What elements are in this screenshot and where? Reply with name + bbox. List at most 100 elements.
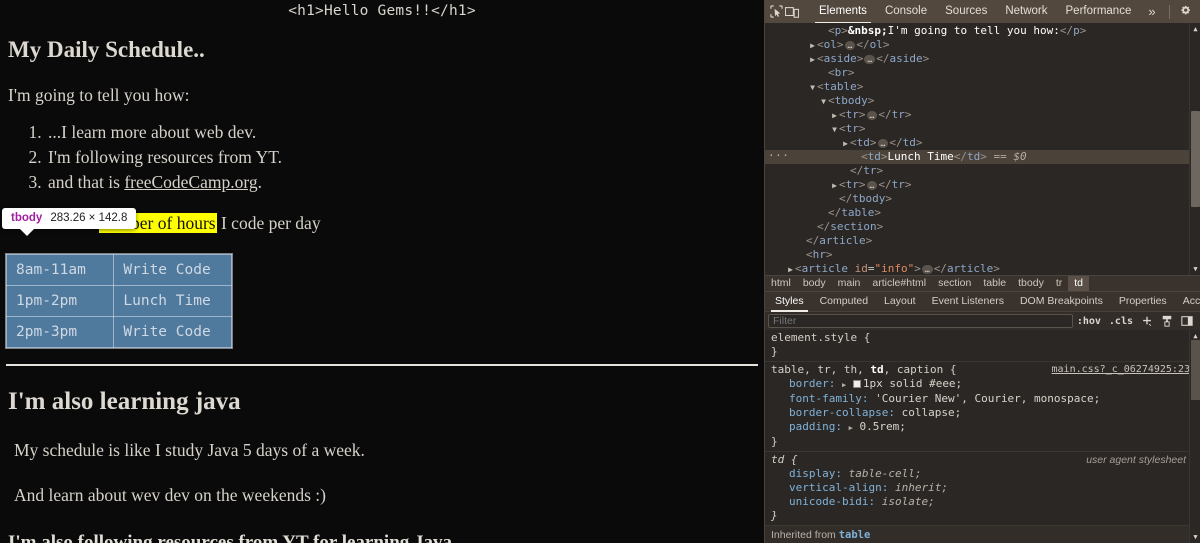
breadcrumb-item-main[interactable]: main bbox=[832, 276, 867, 291]
expand-triangle-icon[interactable]: ▶ bbox=[830, 109, 839, 123]
breadcrumb-item-td[interactable]: td bbox=[1068, 276, 1090, 291]
expand-triangle-icon[interactable]: ▶ bbox=[841, 137, 850, 151]
dom-tree-row[interactable]: </table> bbox=[765, 206, 1200, 220]
dom-tree-row[interactable]: <p>&nbsp;I'm going to tell you how:</p> bbox=[765, 24, 1200, 38]
collapse-triangle-icon[interactable]: ▼ bbox=[808, 81, 817, 95]
breadcrumb-item-article-html[interactable]: article#html bbox=[866, 276, 932, 291]
dom-tree-row[interactable]: ▶ <aside>… </aside> bbox=[765, 52, 1200, 66]
styles-pane[interactable]: element.style { } table, tr, th, td, cap… bbox=[765, 330, 1200, 543]
freecodecamp-link[interactable]: freeCodeCamp.org bbox=[124, 172, 257, 192]
scroll-down-arrow-icon[interactable]: ▼ bbox=[1191, 532, 1200, 542]
declaration-padding[interactable]: padding: ▶ 0.5rem; bbox=[771, 420, 1200, 435]
subtab-properties[interactable]: Properties bbox=[1111, 293, 1175, 310]
tab-performance[interactable]: Performance bbox=[1057, 2, 1141, 21]
declaration-display[interactable]: display: table-cell; bbox=[771, 467, 1200, 481]
breadcrumb[interactable]: html body main article#html section table tbod… bbox=[765, 275, 1200, 291]
hover-state-button[interactable]: :hov bbox=[1073, 316, 1105, 327]
plus-icon[interactable] bbox=[1137, 315, 1157, 327]
list-item: ...I learn more about web dev. bbox=[46, 120, 764, 145]
subtab-accessibility[interactable]: Accessibility bbox=[1175, 293, 1200, 310]
dom-tree[interactable]: <p>&nbsp;I'm going to tell you how:</p> ▶… bbox=[765, 23, 1200, 275]
expand-triangle-icon[interactable]: ▶ bbox=[808, 39, 817, 53]
rule-main-css[interactable]: table, tr, th, td, caption { main.css?_c… bbox=[765, 361, 1200, 451]
expand-triangle-icon[interactable]: ▶ bbox=[842, 381, 846, 389]
toggle-sidebar-icon[interactable] bbox=[1177, 315, 1197, 327]
dom-tree-row[interactable]: ▶ <td>… </td> bbox=[765, 136, 1200, 150]
table-cell-time[interactable]: 2pm-3pm bbox=[5, 315, 115, 348]
table-cell-time[interactable]: 8am-11am bbox=[5, 253, 115, 286]
tab-console[interactable]: Console bbox=[876, 2, 936, 21]
expand-triangle-icon[interactable]: ▶ bbox=[786, 263, 795, 275]
breadcrumb-item-body[interactable]: body bbox=[797, 276, 832, 291]
more-tabs-chevron-icon[interactable]: » bbox=[1140, 4, 1163, 19]
subtab-layout[interactable]: Layout bbox=[876, 293, 924, 310]
dom-tree-row[interactable]: <hr> bbox=[765, 248, 1200, 262]
declaration-unicode-bidi[interactable]: unicode-bidi: isolate; bbox=[771, 495, 1200, 509]
page-heading-java: I'm also learning java bbox=[8, 387, 241, 415]
subtab-event-listeners[interactable]: Event Listeners bbox=[924, 293, 1012, 310]
dom-tree-row[interactable]: ▶ <tr>… </tr> bbox=[765, 178, 1200, 192]
inherited-source-element[interactable]: table bbox=[839, 529, 871, 541]
dom-tree-row[interactable]: </section> bbox=[765, 220, 1200, 234]
search-input[interactable] bbox=[768, 314, 1073, 328]
property-value: inherit; bbox=[894, 481, 948, 494]
tooltip-tag-name: tbody bbox=[11, 212, 43, 224]
dom-tree-row-selected[interactable]: <td>Lunch Time</td> == $0 bbox=[765, 149, 1200, 164]
subtab-computed[interactable]: Computed bbox=[812, 293, 876, 310]
dom-scrollbar-thumb[interactable] bbox=[1191, 111, 1200, 207]
style-pane-icon[interactable] bbox=[1157, 315, 1177, 327]
breadcrumb-item-tr[interactable]: tr bbox=[1050, 276, 1068, 291]
stylesheet-source-link[interactable]: main.css?_c_06274925:23 bbox=[1052, 363, 1190, 377]
dom-tree-row[interactable]: ▶ <tr>… </tr> bbox=[765, 108, 1200, 122]
styles-scrollbar-thumb[interactable] bbox=[1191, 340, 1200, 400]
selector-part-2: , caption { bbox=[883, 363, 957, 376]
tab-sources[interactable]: Sources bbox=[936, 2, 996, 21]
table-cell-activity[interactable]: Lunch Time bbox=[113, 284, 232, 317]
expand-triangle-icon[interactable]: ▶ bbox=[849, 424, 853, 432]
dom-tree-row[interactable]: ▼ <table> bbox=[765, 80, 1200, 94]
rule-element-style[interactable]: element.style { } bbox=[765, 330, 1200, 361]
styles-scrollbar[interactable]: ▲ ▼ bbox=[1189, 330, 1200, 543]
expand-triangle-icon[interactable]: ▶ bbox=[808, 53, 817, 67]
styles-subtabs[interactable]: Styles Computed Layout Event Listeners DOM B… bbox=[765, 291, 1200, 312]
breadcrumb-item-section[interactable]: section bbox=[932, 276, 977, 291]
gear-icon[interactable] bbox=[1176, 2, 1197, 21]
inspect-element-icon[interactable] bbox=[770, 2, 783, 21]
collapse-triangle-icon[interactable]: ▼ bbox=[819, 95, 828, 109]
table-cell-activity[interactable]: Write Code bbox=[113, 253, 232, 286]
expand-triangle-icon[interactable]: ▶ bbox=[830, 179, 839, 193]
dom-tree-row[interactable]: </tbody> bbox=[765, 192, 1200, 206]
tab-elements[interactable]: Elements bbox=[810, 2, 876, 24]
declaration-border[interactable]: border: ▶ 1px solid #eee; bbox=[771, 377, 1200, 392]
dom-tree-row[interactable]: ▶ <ol>… </ol> bbox=[765, 38, 1200, 52]
device-toolbar-icon[interactable] bbox=[785, 2, 799, 21]
breadcrumb-item-table[interactable]: table bbox=[977, 276, 1012, 291]
table-cell-activity[interactable]: Write Code bbox=[113, 315, 232, 348]
subtab-styles[interactable]: Styles bbox=[767, 293, 812, 312]
declaration-border-collapse[interactable]: border-collapse: collapse; bbox=[771, 406, 1200, 420]
breadcrumb-item-html[interactable]: html bbox=[765, 276, 797, 291]
dom-tree-row[interactable]: ▼ <tr> bbox=[765, 122, 1200, 136]
declaration-font-family[interactable]: font-family: 'Courier New', Courier, mon… bbox=[771, 392, 1200, 406]
declaration-vertical-align[interactable]: vertical-align: inherit; bbox=[771, 481, 1200, 495]
property-name: display bbox=[789, 467, 836, 480]
dom-tree-row[interactable]: ▼ <tbody> bbox=[765, 94, 1200, 108]
dom-tree-row[interactable]: </tr> bbox=[765, 164, 1200, 178]
dom-tree-row[interactable]: <br> bbox=[765, 66, 1200, 80]
dom-tree-scrollbar[interactable]: ▲ ▼ bbox=[1189, 23, 1200, 275]
code-snippet-text: <h1>Hello Gems!!</h1> bbox=[288, 3, 476, 19]
color-swatch[interactable] bbox=[852, 380, 861, 388]
tab-network[interactable]: Network bbox=[996, 2, 1056, 21]
scroll-up-arrow-icon[interactable]: ▲ bbox=[1191, 24, 1200, 34]
dom-tree-row[interactable]: ▶ <article id="info">… </article> bbox=[765, 262, 1200, 275]
breadcrumb-item-tbody[interactable]: tbody bbox=[1012, 276, 1050, 291]
collapse-triangle-icon[interactable]: ▼ bbox=[830, 123, 839, 137]
table-cell-time[interactable]: 1pm-2pm bbox=[5, 284, 115, 317]
rule-td-user-agent[interactable]: td { user agent stylesheet display: tabl… bbox=[765, 451, 1200, 525]
subtab-dom-breakpoints[interactable]: DOM Breakpoints bbox=[1012, 293, 1111, 310]
scroll-down-arrow-icon[interactable]: ▼ bbox=[1191, 264, 1200, 274]
class-toggle-button[interactable]: .cls bbox=[1105, 316, 1137, 327]
selector-part-1: table, tr, th, bbox=[771, 363, 871, 376]
list-item: I'm following resources from YT. bbox=[46, 145, 764, 170]
dom-tree-row[interactable]: </article> bbox=[765, 234, 1200, 248]
